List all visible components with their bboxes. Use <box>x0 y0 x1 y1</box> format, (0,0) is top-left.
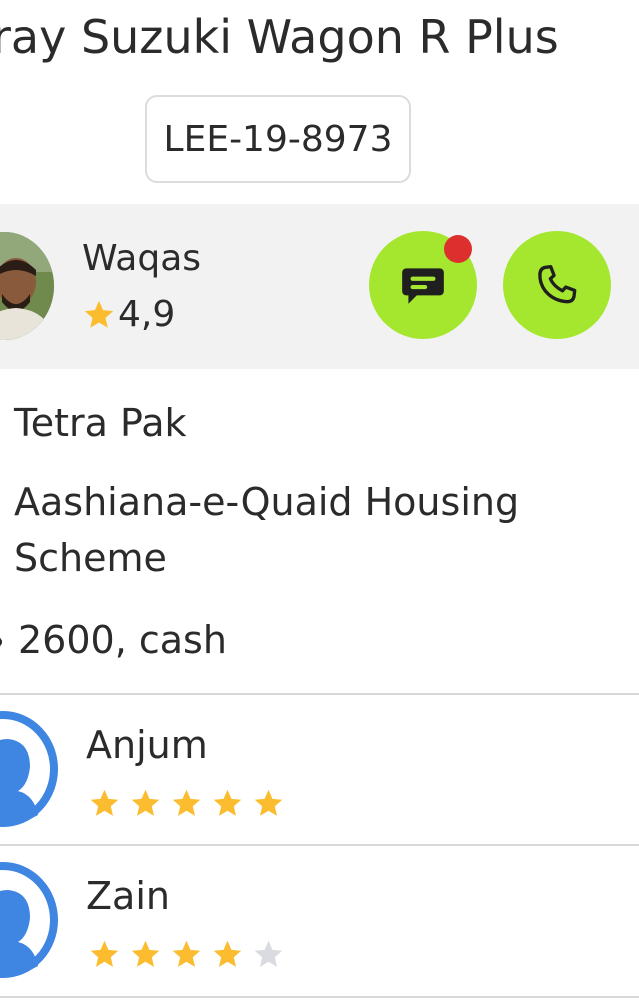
dropoff-location: Aashiana-e-Quaid Housing Scheme <box>14 480 520 580</box>
star-icon <box>84 300 114 328</box>
user-avatar-icon <box>0 711 58 827</box>
star-filled-icon <box>90 940 119 967</box>
license-plate-badge: LEE-19-8973 <box>145 95 411 183</box>
vehicle-title: ray Suzuki Wagon R Plus <box>0 10 559 64</box>
passenger-name: Anjum <box>86 723 208 767</box>
driver-rating: 4,9 <box>82 294 175 335</box>
user-avatar-icon <box>0 862 58 978</box>
driver-panel: Waqas 4,9 <box>0 204 639 369</box>
currency-icon <box>0 637 2 647</box>
star-empty-icon <box>254 940 283 967</box>
ride-details-screen: ray Suzuki Wagon R Plus LEE-19-8973 Waqa… <box>0 0 639 1004</box>
star-filled-icon <box>131 789 160 816</box>
pickup-location: Tetra Pak <box>14 401 187 445</box>
passenger-rating-stars <box>88 787 293 820</box>
star-filled-icon <box>254 789 283 816</box>
chat-icon <box>402 268 444 304</box>
star-filled-icon <box>172 789 201 816</box>
star-filled-icon <box>172 940 201 967</box>
star-filled-icon <box>90 789 119 816</box>
driver-avatar[interactable] <box>0 232 54 340</box>
driver-rating-value: 4,9 <box>118 294 176 335</box>
phone-icon <box>538 265 577 304</box>
driver-photo <box>0 232 54 340</box>
call-button[interactable] <box>503 231 611 339</box>
passenger-row[interactable]: Anjum <box>0 695 639 845</box>
divider <box>0 996 639 998</box>
passenger-row[interactable]: Zain <box>0 846 639 996</box>
passenger-rating-stars <box>88 938 293 971</box>
passenger-name: Zain <box>86 874 170 918</box>
unread-message-dot <box>444 235 472 263</box>
star-filled-icon <box>131 940 160 967</box>
driver-name: Waqas <box>82 238 202 279</box>
star-filled-icon <box>213 789 242 816</box>
star-filled-icon <box>213 940 242 967</box>
fare-info: 2600, cash <box>18 618 227 662</box>
